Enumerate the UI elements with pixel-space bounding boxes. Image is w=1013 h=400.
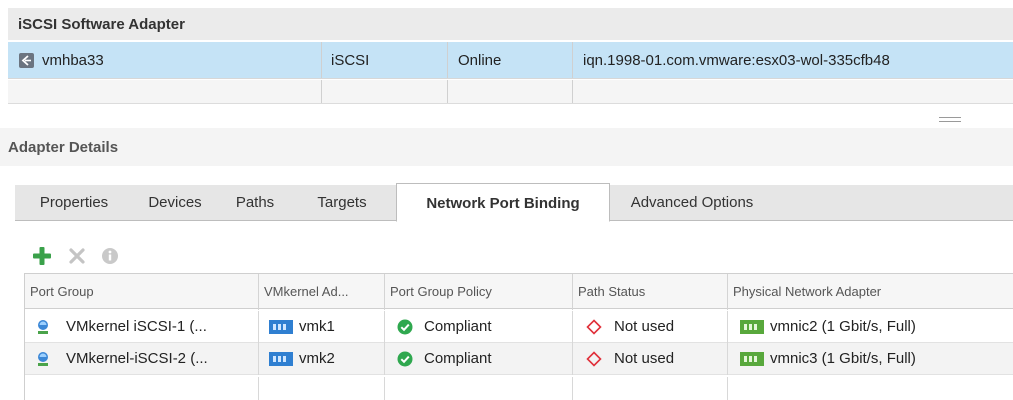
table-row[interactable]: VMkernel iSCSI-1 (... vmk1 Compliant Not… bbox=[25, 311, 1013, 343]
adapter-status-cell: Online bbox=[448, 42, 573, 78]
vmkernel-name: vmk2 bbox=[299, 350, 335, 367]
path-status-cell: Not used bbox=[573, 343, 728, 375]
table-empty-row bbox=[25, 377, 1013, 400]
adapter-row-vmhba33[interactable]: vmhba33 iSCSI Online iqn.1998-01.com.vmw… bbox=[8, 42, 1013, 79]
vmkernel-name: vmk1 bbox=[299, 318, 335, 335]
adapter-details-title: Adapter Details bbox=[8, 139, 119, 156]
policy-cell: Compliant bbox=[385, 311, 573, 343]
path-status: Not used bbox=[614, 350, 675, 367]
diamond-warning-icon bbox=[586, 351, 602, 371]
empty-cell bbox=[322, 80, 448, 103]
port-binding-table: Port Group VMkernel Ad... Port Group Pol… bbox=[24, 273, 1013, 400]
adapter-details-header: Adapter Details bbox=[0, 128, 1013, 166]
tab-network-port-binding[interactable]: Network Port Binding bbox=[396, 183, 610, 222]
physical-adapter-cell: vmnic3 (1 Gbit/s, Full) bbox=[728, 343, 1013, 375]
vmkernel-cell: vmk1 bbox=[259, 311, 385, 343]
adapter-group-header: iSCSI Software Adapter bbox=[8, 8, 1013, 40]
x-icon[interactable] bbox=[67, 246, 87, 266]
empty-cell bbox=[573, 377, 728, 400]
adapter-type-cell: iSCSI bbox=[322, 42, 448, 78]
tab-paths[interactable]: Paths bbox=[223, 185, 287, 221]
info-icon[interactable] bbox=[100, 246, 120, 266]
adapter-type: iSCSI bbox=[331, 52, 370, 69]
vmkernel-cell: vmk2 bbox=[259, 343, 385, 375]
table-header: Port Group VMkernel Ad... Port Group Pol… bbox=[25, 273, 1013, 310]
tab-devices[interactable]: Devices bbox=[133, 185, 217, 221]
empty-cell bbox=[259, 377, 385, 400]
physical-nic-icon bbox=[740, 320, 764, 338]
check-circle-icon bbox=[397, 319, 413, 339]
adapter-status: Online bbox=[458, 52, 502, 69]
diamond-warning-icon bbox=[586, 319, 602, 339]
tab-properties[interactable]: Properties bbox=[21, 185, 127, 221]
vmkernel-adapter-icon bbox=[269, 352, 293, 370]
physical-adapter-name: vmnic2 (1 Gbit/s, Full) bbox=[770, 318, 916, 335]
physical-adapter-cell: vmnic2 (1 Gbit/s, Full) bbox=[728, 311, 1013, 343]
column-header-policy[interactable]: Port Group Policy bbox=[385, 274, 573, 310]
path-status: Not used bbox=[614, 318, 675, 335]
adapter-identifier-cell: iqn.1998-01.com.vmware:esx03-wol-335cfb4… bbox=[573, 42, 1013, 78]
tab-advanced-options[interactable]: Advanced Options bbox=[613, 185, 771, 221]
adapter-identifier: iqn.1998-01.com.vmware:esx03-wol-335cfb4… bbox=[583, 52, 890, 69]
empty-cell bbox=[8, 80, 322, 103]
adapter-empty-row bbox=[8, 80, 1013, 104]
check-circle-icon bbox=[397, 351, 413, 371]
tab-targets[interactable]: Targets bbox=[293, 185, 391, 221]
column-header-physical-adapter[interactable]: Physical Network Adapter bbox=[728, 274, 1013, 310]
empty-cell bbox=[25, 377, 259, 400]
physical-adapter-name: vmnic3 (1 Gbit/s, Full) bbox=[770, 350, 916, 367]
policy-status: Compliant bbox=[424, 350, 492, 367]
port-group-icon bbox=[35, 319, 51, 339]
empty-cell bbox=[448, 80, 573, 103]
details-tab-bar: Properties Devices Paths Targets Network… bbox=[15, 183, 1013, 222]
physical-nic-icon bbox=[740, 352, 764, 370]
port-group-name: VMkernel-iSCSI-2 (... bbox=[66, 350, 208, 367]
column-header-port-group[interactable]: Port Group bbox=[25, 274, 259, 310]
column-header-path-status[interactable]: Path Status bbox=[573, 274, 728, 310]
adapter-name: vmhba33 bbox=[42, 52, 104, 69]
hba-adapter-icon bbox=[19, 53, 34, 68]
empty-cell bbox=[385, 377, 573, 400]
table-row[interactable]: VMkernel-iSCSI-2 (... vmk2 Compliant Not… bbox=[25, 343, 1013, 375]
policy-status: Compliant bbox=[424, 318, 492, 335]
port-group-cell: VMkernel iSCSI-1 (... bbox=[25, 311, 259, 343]
port-group-name: VMkernel iSCSI-1 (... bbox=[66, 318, 207, 335]
path-status-cell: Not used bbox=[573, 311, 728, 343]
vmkernel-adapter-icon bbox=[269, 320, 293, 338]
port-group-cell: VMkernel-iSCSI-2 (... bbox=[25, 343, 259, 375]
column-header-vmkernel[interactable]: VMkernel Ad... bbox=[259, 274, 385, 310]
plus-icon[interactable] bbox=[32, 246, 52, 266]
adapter-name-cell: vmhba33 bbox=[8, 42, 322, 78]
adapter-group-title: iSCSI Software Adapter bbox=[18, 16, 185, 33]
splitter-grip[interactable] bbox=[939, 117, 961, 122]
port-group-icon bbox=[35, 351, 51, 371]
policy-cell: Compliant bbox=[385, 343, 573, 375]
